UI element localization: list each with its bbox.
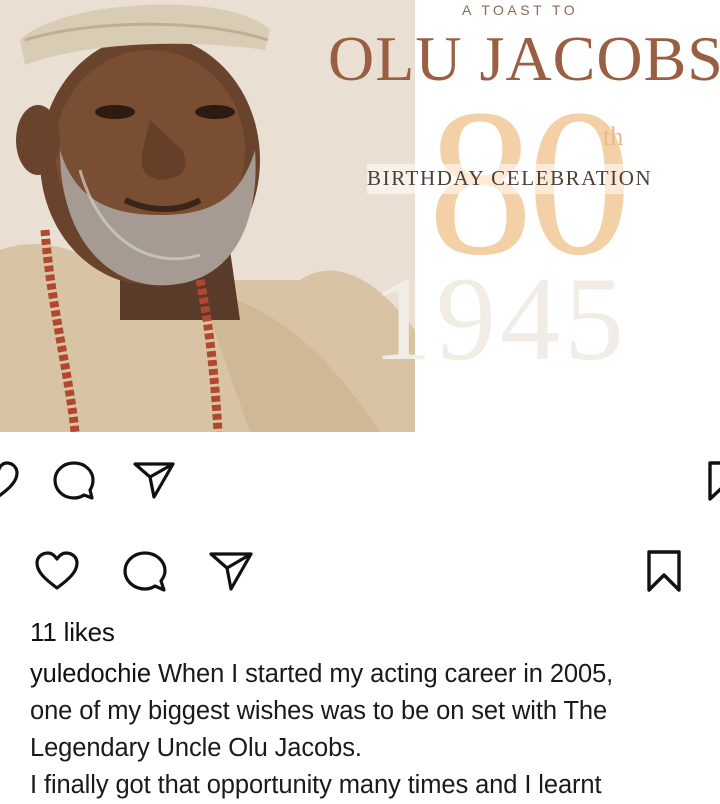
bookmark-icon[interactable] — [706, 460, 720, 502]
likes-count[interactable]: 11 likes — [30, 617, 115, 648]
age-suffix: th — [603, 122, 624, 151]
caption-line-2: one of my biggest wishes was to be on se… — [30, 697, 608, 725]
celebration-text: BIRTHDAY CELEBRATION — [367, 166, 653, 190]
post-caption: yuledochie When I started my acting care… — [30, 656, 700, 804]
post-image[interactable]: 1945 A TOAST TO OLU JACOBS 80 th BIRTHDA… — [0, 0, 720, 432]
caption-text-1: When I started my acting career in 2005, — [157, 660, 614, 688]
action-row-upper — [0, 455, 720, 505]
caption-line-4: I finally got that opportunity many time… — [30, 771, 602, 799]
send-icon[interactable] — [208, 550, 254, 592]
heart-icon[interactable] — [0, 461, 20, 499]
bookmark-icon[interactable] — [645, 549, 683, 593]
send-icon[interactable] — [132, 460, 176, 500]
caption-line-1: yuledochie When I started my acting care… — [30, 656, 700, 693]
comment-icon[interactable] — [52, 460, 96, 502]
caption-line-3: Legendary Uncle Olu Jacobs. — [30, 734, 362, 762]
comment-icon[interactable] — [122, 550, 168, 594]
username[interactable]: yuledochie — [30, 660, 151, 688]
heart-icon[interactable] — [34, 551, 80, 591]
action-row — [0, 545, 720, 595]
toast-heading: A TOAST TO — [462, 2, 579, 18]
